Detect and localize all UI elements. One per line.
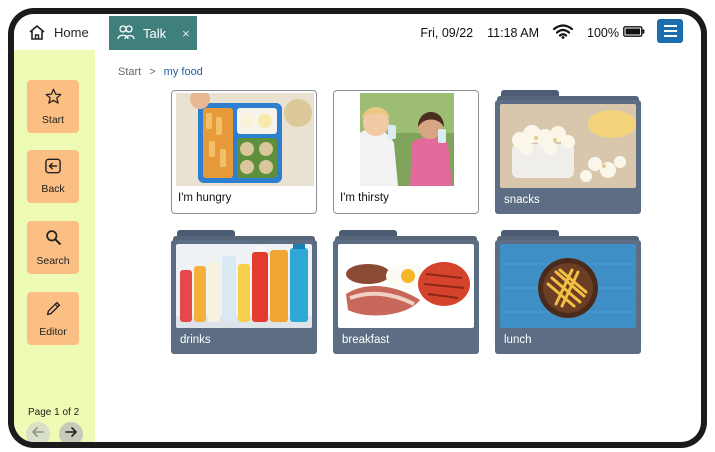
tile-card: I'm hungry [171, 90, 317, 214]
wifi-icon [552, 24, 574, 42]
tablet-frame: Home Talk × Fri, 09/22 11:18 AM 100% Sta… [8, 8, 707, 448]
sidebar: Start Back Search Editor Page 1 of 2 [14, 50, 95, 442]
breadcrumb-current: my food [163, 66, 203, 78]
back-button[interactable]: Back [27, 150, 79, 203]
start-button[interactable]: Start [27, 80, 79, 133]
tile-card: I'm thirsty [333, 90, 479, 214]
editor-label: Editor [39, 325, 67, 338]
page-indicator: Page 1 of 2 [28, 407, 80, 418]
kids-drinking-image [338, 93, 476, 186]
tile-label: lunch [504, 334, 532, 346]
back-label: Back [41, 183, 65, 195]
home-icon [28, 24, 46, 41]
menu-icon-line [663, 30, 677, 32]
search-icon [45, 229, 62, 249]
pencil-icon [45, 300, 62, 320]
tile-im-thirsty[interactable]: I'm thirsty [333, 90, 479, 214]
battery-indicator: 100% [587, 26, 645, 40]
home-tab[interactable]: Home [28, 18, 89, 46]
tile-label: drinks [180, 334, 211, 346]
time-text: 11:18 AM [487, 26, 540, 40]
menu-icon-line [663, 35, 677, 37]
tile-im-hungry[interactable]: I'm hungry [171, 90, 317, 214]
home-label: Home [54, 24, 89, 40]
status-area: Fri, 09/22 11:18 AM 100% [420, 24, 645, 42]
breakfast-image [338, 244, 474, 328]
tile-label: I'm hungry [178, 192, 232, 204]
folder-breakfast[interactable]: breakfast [333, 230, 479, 354]
breadcrumb-start[interactable]: Start [118, 66, 141, 78]
arrow-left-icon [31, 425, 45, 443]
lunch-image [500, 244, 636, 328]
previous-page-button[interactable] [26, 422, 50, 442]
tab-close-icon[interactable]: × [182, 26, 190, 41]
drinks-image [176, 244, 312, 328]
lunchbox-image [176, 93, 314, 186]
search-label: Search [36, 254, 70, 267]
next-page-button[interactable] [59, 422, 83, 442]
tablet-screen: Home Talk × Fri, 09/22 11:18 AM 100% Sta… [14, 14, 701, 442]
tile-label: snacks [504, 194, 540, 206]
editor-button[interactable]: Editor [27, 292, 79, 345]
folder-drinks[interactable]: drinks [171, 230, 317, 354]
breadcrumb-separator: > [149, 66, 156, 78]
battery-icon [623, 26, 645, 40]
folder-snacks[interactable]: snacks [495, 90, 641, 214]
menu-icon-line [663, 25, 677, 27]
back-icon [44, 158, 62, 177]
folder-lunch[interactable]: lunch [495, 230, 641, 354]
arrow-right-icon [64, 425, 78, 443]
breadcrumb: Start > my food [118, 66, 203, 78]
date-text: Fri, 09/22 [420, 26, 474, 40]
tile-label: I'm thirsty [340, 192, 389, 204]
tab-talk-label: Talk [143, 25, 167, 41]
battery-percent: 100% [587, 26, 619, 40]
star-icon [45, 88, 62, 108]
menu-button[interactable] [657, 19, 683, 43]
start-label: Start [41, 113, 65, 126]
top-bar: Home Talk × Fri, 09/22 11:18 AM 100% [14, 14, 701, 50]
talk-icon [117, 23, 135, 44]
tile-label: breakfast [342, 334, 390, 346]
popcorn-image [500, 104, 636, 188]
tab-talk[interactable]: Talk × [109, 16, 197, 50]
search-button[interactable]: Search [27, 221, 79, 274]
